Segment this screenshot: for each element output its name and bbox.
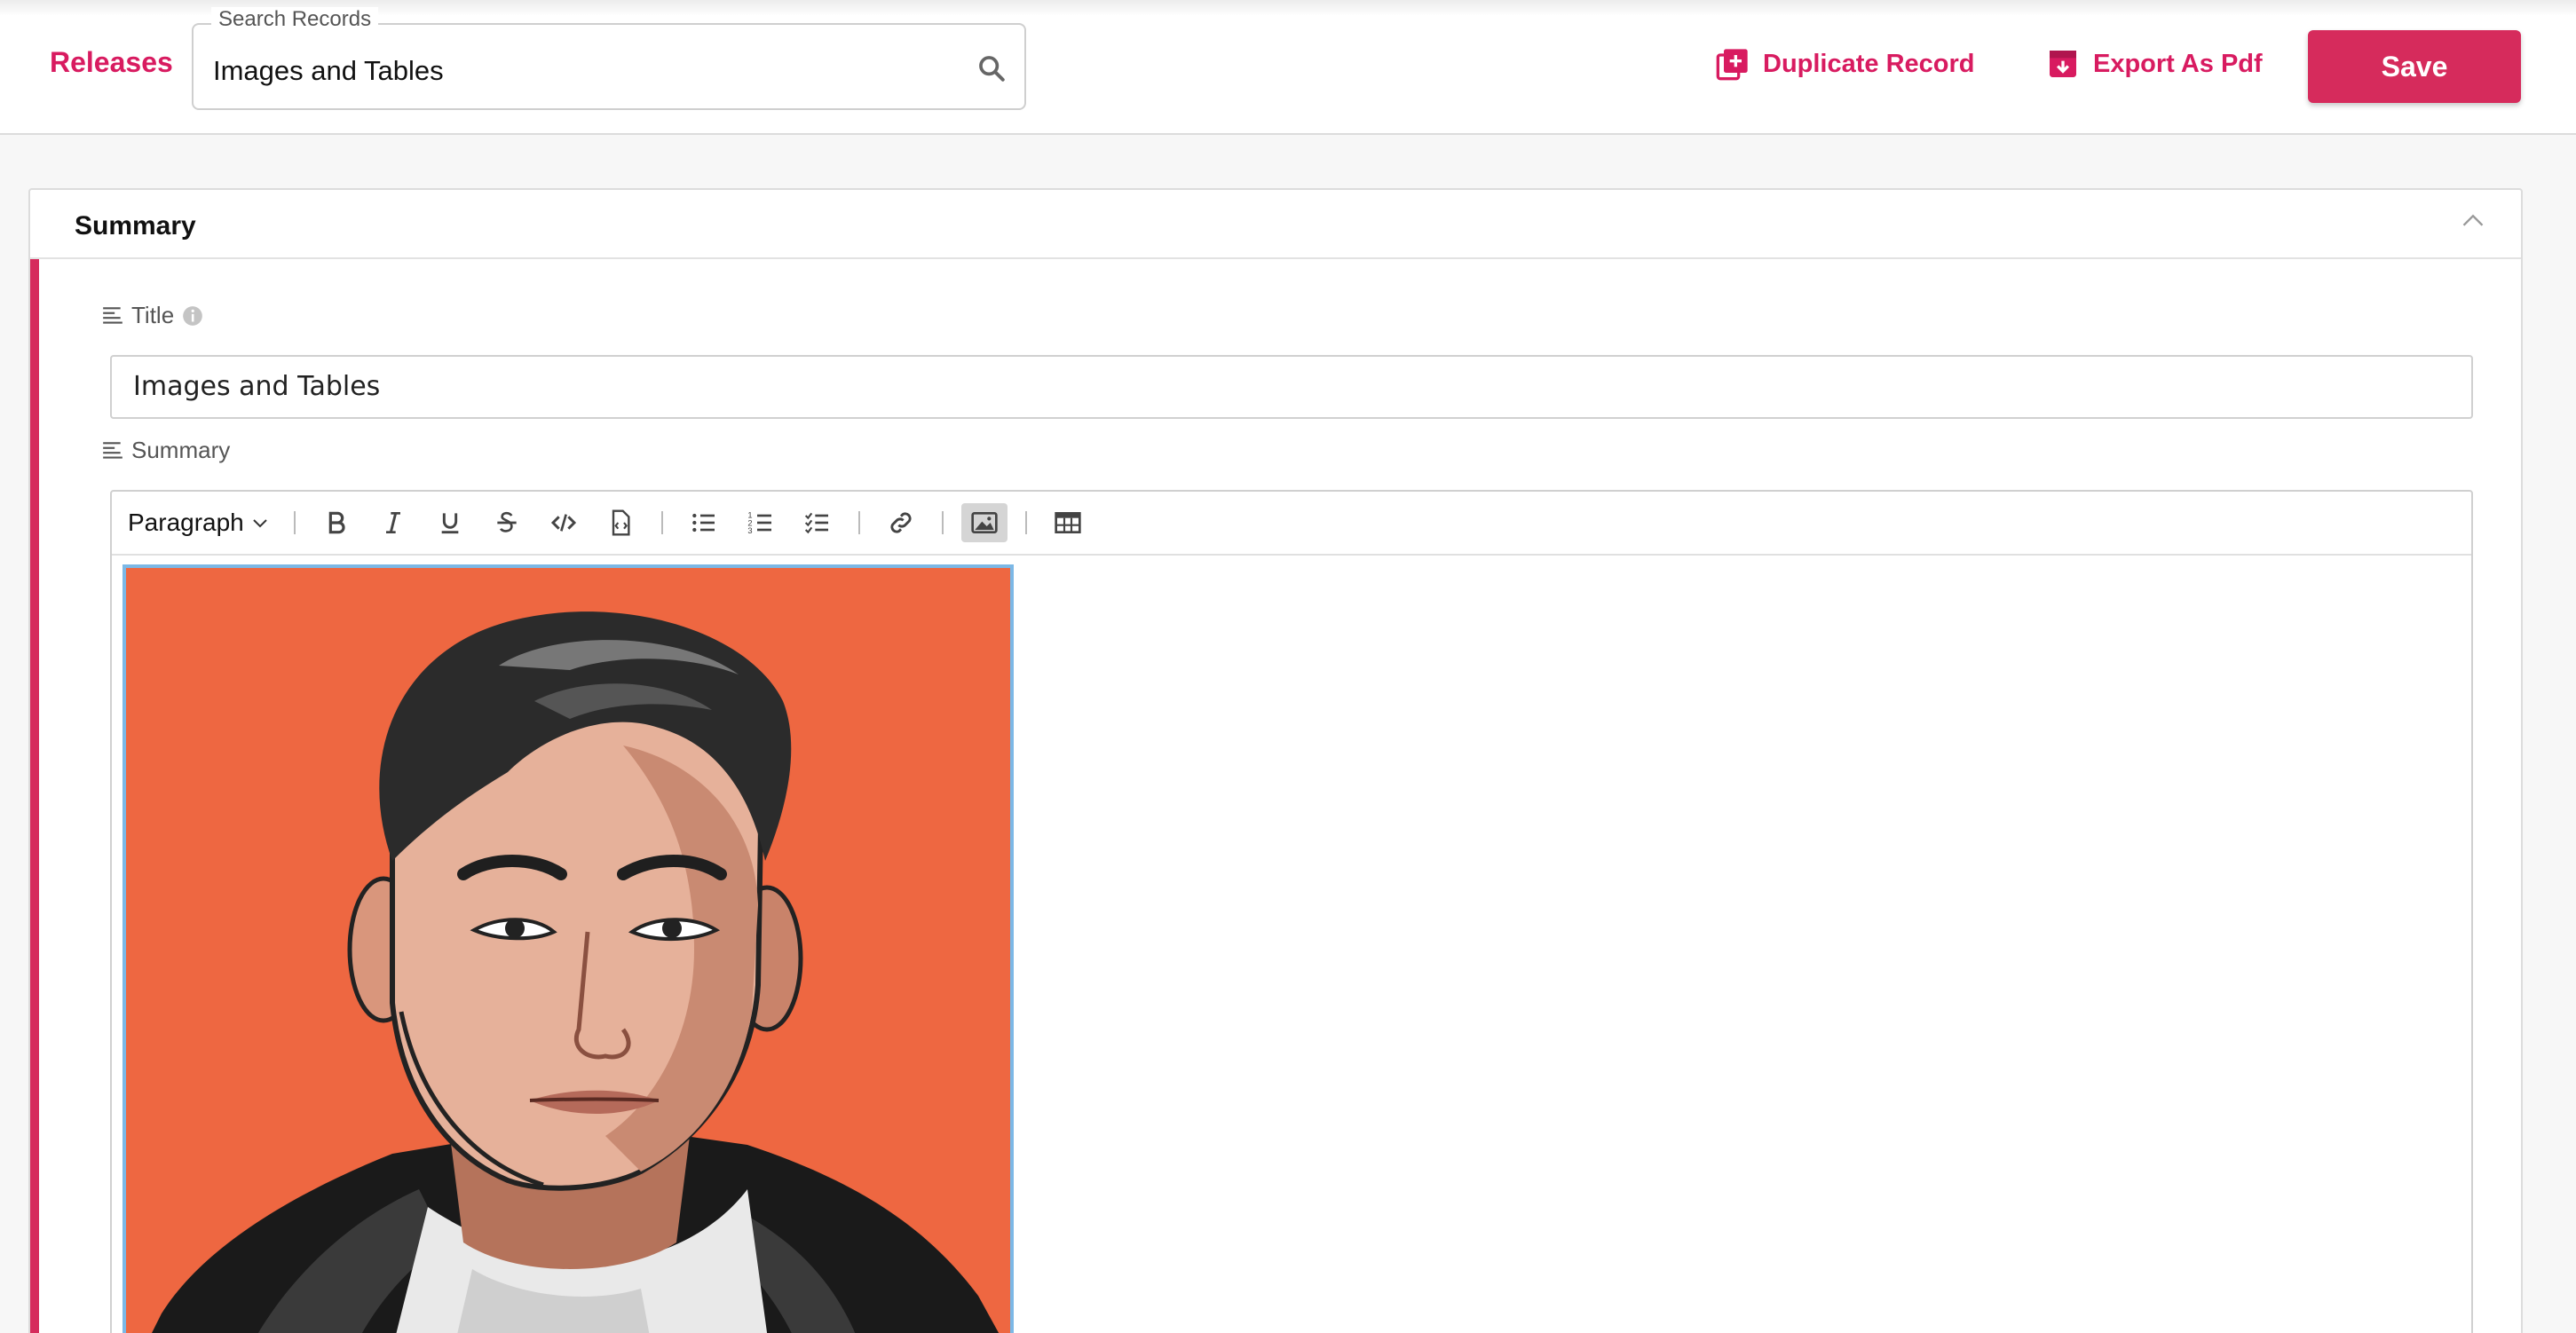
toolbar-separator	[1024, 511, 1027, 534]
summary-field-label: Summary	[101, 437, 230, 464]
search-icon[interactable]	[976, 53, 1007, 83]
summary-label: Summary	[131, 437, 231, 463]
chevron-up-icon[interactable]	[2461, 211, 2485, 229]
panel-title: Summary	[75, 211, 196, 241]
title-field-label: Title	[101, 302, 204, 329]
bulleted-list-button[interactable]	[681, 503, 727, 542]
table-button[interactable]	[1045, 503, 1091, 542]
todo-list-button[interactable]	[794, 503, 841, 542]
title-input[interactable]: Images and Tables	[110, 355, 2473, 419]
bold-icon	[328, 511, 345, 534]
numbered-list-icon: 123	[747, 511, 771, 535]
top-bar: Releases Search Records Images and Table…	[0, 0, 2576, 135]
search-input[interactable]: Images and Tables	[213, 55, 444, 87]
embedded-image[interactable]	[122, 564, 1014, 1333]
link-icon	[890, 512, 912, 533]
summary-panel: Summary Title Images and Tables Summary …	[28, 188, 2523, 1333]
summary-editor[interactable]: Paragraph 1 2 3	[110, 490, 2473, 1333]
bold-button[interactable]	[313, 503, 360, 542]
italic-icon	[385, 512, 400, 533]
duplicate-record-label: Duplicate Record	[1763, 49, 1975, 78]
summary-panel-body: Title Images and Tables Summary Paragrap	[30, 259, 2521, 1333]
text-lines-icon	[103, 441, 122, 459]
image-icon	[971, 512, 998, 533]
info-icon[interactable]	[181, 304, 204, 327]
export-pdf-button[interactable]: Export As Pdf	[2045, 46, 2263, 82]
title-label: Title	[131, 302, 175, 328]
toolbar-separator	[857, 511, 860, 534]
todo-list-icon	[804, 512, 828, 534]
strikethrough-icon	[497, 511, 517, 532]
bulleted-list-icon	[691, 513, 715, 532]
toolbar-separator	[660, 511, 663, 534]
link-button[interactable]	[878, 503, 924, 542]
portrait-illustration	[126, 568, 1010, 1333]
toolbar-separator	[293, 511, 296, 534]
archive-download-icon	[2050, 51, 2076, 77]
code-icon	[550, 514, 576, 532]
underline-icon	[441, 513, 459, 534]
releases-link[interactable]: Releases	[50, 46, 173, 79]
toolbar-separator	[941, 511, 944, 534]
block-format-label: Paragraph	[128, 509, 244, 536]
table-icon	[1055, 512, 1081, 533]
underline-button[interactable]	[427, 503, 473, 542]
save-button[interactable]: Save	[2308, 30, 2521, 103]
text-lines-icon	[103, 306, 122, 324]
duplicate-icon	[1716, 49, 1748, 81]
strikethrough-button[interactable]	[484, 503, 530, 542]
code-block-icon	[612, 509, 630, 536]
svg-text:3: 3	[747, 526, 752, 535]
block-format-dropdown[interactable]: Paragraph	[128, 509, 281, 537]
search-records-field[interactable]: Search Records Images and Tables	[192, 7, 1026, 110]
image-button[interactable]	[960, 503, 1007, 542]
code-button[interactable]	[541, 503, 587, 542]
code-block-button[interactable]	[597, 503, 644, 542]
search-legend: Search Records	[211, 7, 379, 32]
editor-toolbar: Paragraph 1 2 3	[112, 492, 2471, 556]
duplicate-record-button[interactable]: Duplicate Record	[1715, 46, 1975, 82]
italic-button[interactable]	[370, 503, 416, 542]
numbered-list-button[interactable]: 123	[738, 503, 784, 542]
summary-panel-header[interactable]: Summary	[30, 190, 2521, 259]
export-pdf-label: Export As Pdf	[2093, 49, 2263, 78]
chevron-down-icon	[253, 519, 267, 528]
